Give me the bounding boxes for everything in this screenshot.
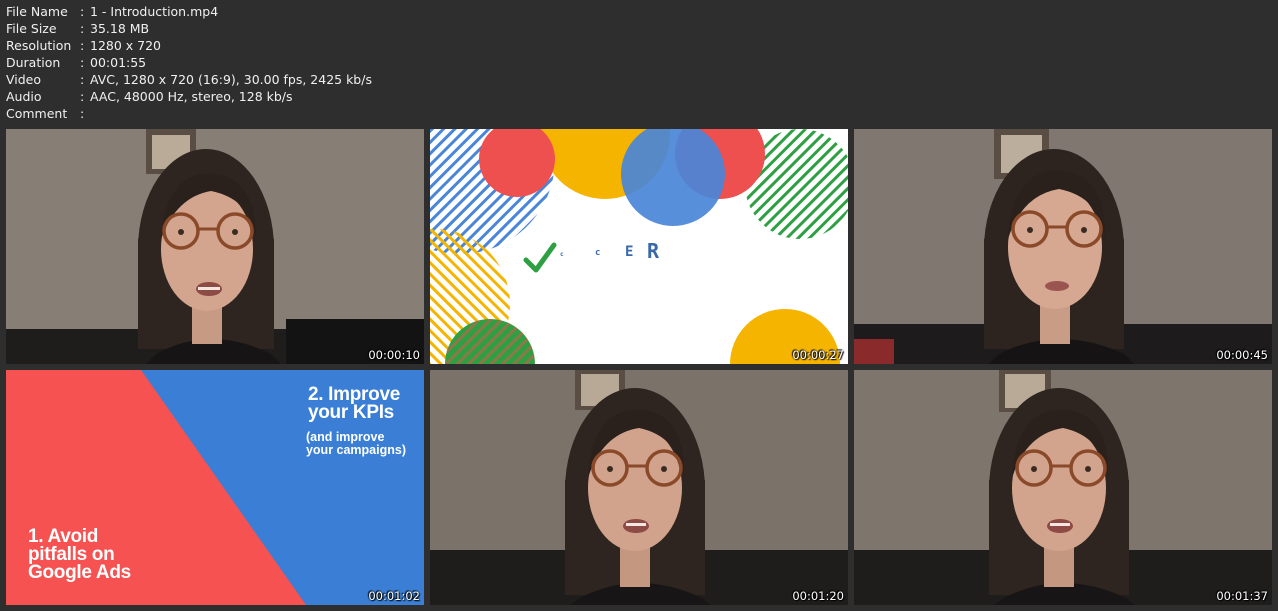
timestamp: 00:01:02 <box>368 589 420 603</box>
resolution-row: Resolution : 1280 x 720 <box>6 37 372 54</box>
timestamp: 00:00:45 <box>1216 348 1268 362</box>
separator: : <box>80 106 85 121</box>
slide-subheading: (and improve your campaigns) <box>306 431 406 457</box>
file-size-label: File Size <box>6 21 57 36</box>
logo-letter: E <box>625 244 634 260</box>
thumbnail-2[interactable]: c c E R 00:00:27 <box>430 129 848 364</box>
heading-line: your KPIs <box>307 402 394 423</box>
duration-row: Duration : 00:01:55 <box>6 54 372 71</box>
heading-line: Google Ads <box>28 562 131 583</box>
logo-slide-frame <box>430 129 848 364</box>
presenter-frame <box>854 129 1272 364</box>
separator: : <box>80 21 85 36</box>
file-name-row: File Name : 1 - Introduction.mp4 <box>6 3 372 20</box>
logo-letter: c <box>560 251 564 258</box>
presenter-frame <box>854 370 1272 605</box>
timestamp: 00:00:27 <box>792 348 844 362</box>
thumbnail-5[interactable]: 00:01:20 <box>430 370 848 605</box>
file-info-panel: File Name : 1 - Introduction.mp4 File Si… <box>6 3 372 122</box>
video-value: AVC, 1280 x 720 (16:9), 30.00 fps, 2425 … <box>90 72 372 87</box>
comment-label: Comment <box>6 106 68 121</box>
duration-value: 00:01:55 <box>90 55 147 70</box>
file-size-row: File Size : 35.18 MB <box>6 20 372 37</box>
thumbnail-grid: 00:00:10 c c E R 00:00:27 00:00:45 2. Im… <box>6 129 1272 605</box>
thumbnail-1[interactable]: 00:00:10 <box>6 129 424 364</box>
timestamp: 00:01:20 <box>792 589 844 603</box>
resolution-value: 1280 x 720 <box>90 38 162 53</box>
timestamp: 00:00:10 <box>368 348 420 362</box>
subheading-line: your campaigns) <box>305 443 406 457</box>
comment-row: Comment : <box>6 105 372 122</box>
presenter-frame <box>430 370 848 605</box>
thumbnail-3[interactable]: 00:00:45 <box>854 129 1272 364</box>
resolution-label: Resolution <box>6 38 72 53</box>
file-name-value: 1 - Introduction.mp4 <box>90 4 219 19</box>
file-size-value: 35.18 MB <box>90 21 150 36</box>
duration-label: Duration <box>6 55 61 70</box>
slide-heading-left: 1. Avoid pitfalls on Google Ads <box>28 527 131 583</box>
logo-letter: R <box>647 239 660 263</box>
thumbnail-6[interactable]: 00:01:37 <box>854 370 1272 605</box>
video-label: Video <box>6 72 42 87</box>
file-name-label: File Name <box>6 4 68 19</box>
audio-value: AAC, 48000 Hz, stereo, 128 kb/s <box>90 89 293 104</box>
video-row: Video : AVC, 1280 x 720 (16:9), 30.00 fp… <box>6 71 372 88</box>
slide-heading-right: 2. Improve your KPIs <box>307 385 400 423</box>
separator: : <box>80 89 85 104</box>
thumbnail-4[interactable]: 2. Improve your KPIs (and improve your c… <box>6 370 424 605</box>
audio-label: Audio <box>6 89 42 104</box>
separator: : <box>80 55 85 70</box>
logo-letter: c <box>595 248 601 258</box>
separator: : <box>80 4 85 19</box>
presenter-frame <box>6 129 424 364</box>
separator: : <box>80 72 85 87</box>
audio-row: Audio : AAC, 48000 Hz, stereo, 128 kb/s <box>6 88 372 105</box>
separator: : <box>80 38 85 53</box>
timestamp: 00:01:37 <box>1216 589 1268 603</box>
